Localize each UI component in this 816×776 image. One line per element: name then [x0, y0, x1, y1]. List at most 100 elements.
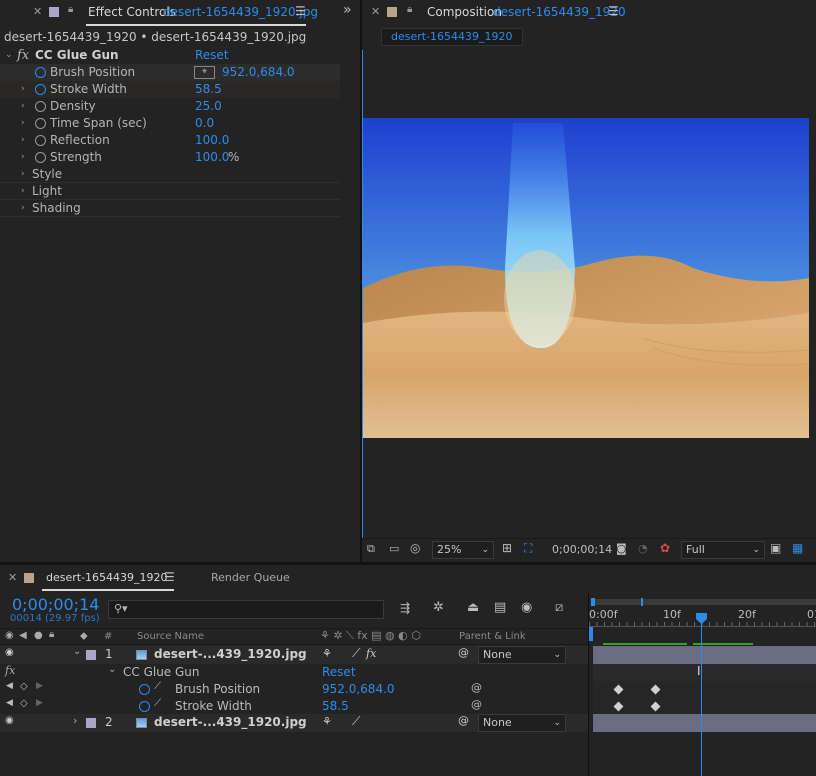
work-area-start[interactable] [589, 627, 593, 641]
pick-whip-icon[interactable]: @ [458, 714, 469, 727]
shy-switch-icon[interactable]: ⚘ [322, 647, 332, 660]
audio-toggle-icon[interactable]: ◀ [19, 630, 27, 641]
panel-menu-icon[interactable]: ☰ [295, 4, 306, 18]
mask-icon[interactable]: ◎ [410, 541, 420, 555]
graph-icon[interactable]: ⟋ [154, 681, 161, 692]
property-value[interactable]: 25.0 [195, 98, 222, 115]
frame-blending-icon[interactable]: ▤ [494, 600, 506, 615]
eye-icon[interactable]: ◉ [5, 647, 14, 658]
navigator-start-handle[interactable] [591, 598, 595, 606]
graph-editor-icon[interactable]: ⧄ [555, 600, 563, 615]
color-channels-icon[interactable]: ✿ [660, 541, 670, 555]
stopwatch-icon[interactable] [35, 152, 46, 163]
label-column-icon[interactable]: ⬥ [80, 629, 88, 643]
zoom-dropdown[interactable]: 25% ⌄ [432, 541, 494, 559]
parent-dropdown[interactable]: None ⌄ [478, 646, 566, 664]
chevron-right-icon[interactable]: › [21, 200, 25, 217]
panel-menu-icon[interactable]: ☰ [608, 4, 619, 18]
timeline-graph-area[interactable]: 0:00f 10f 20f 01 I [588, 593, 816, 776]
chevron-right-icon[interactable]: › [21, 115, 25, 132]
quality-switch-icon[interactable]: ⟋ [352, 714, 360, 729]
property-row-reflection[interactable]: › Reflection 100.0 [0, 132, 340, 149]
pick-whip-icon[interactable]: @ [458, 646, 469, 659]
monitor-icon[interactable]: ▭ [389, 542, 399, 555]
composition-tab-label[interactable]: Composition [427, 5, 502, 19]
layer-name[interactable]: desert-...439_1920.jpg [154, 715, 307, 729]
layer-bar-1[interactable] [593, 643, 816, 664]
add-keyframe-icon[interactable]: ◇ [20, 681, 28, 692]
group-row-style[interactable]: › Style [0, 166, 340, 183]
prev-keyframe-icon[interactable]: ◀ [6, 681, 13, 691]
property-value[interactable]: 100.0 [195, 132, 229, 149]
stopwatch-icon[interactable] [139, 684, 150, 695]
add-keyframe-icon[interactable]: ◇ [20, 698, 28, 709]
property-row-strength[interactable]: › Strength 100.0 % [0, 149, 340, 166]
playhead-line[interactable] [701, 623, 702, 776]
group-row-light[interactable]: › Light [0, 183, 340, 200]
timeline-prop-row-brush-position[interactable]: ◀ ◇ ▶ ⟋ Brush Position 952.0,684.0 @ [0, 681, 588, 698]
fast-previews-icon[interactable]: ▣ [770, 541, 781, 555]
time-navigator[interactable] [591, 598, 816, 606]
panel-menu-icon[interactable]: ☰ [164, 570, 175, 584]
chevron-right-icon[interactable]: › [21, 81, 25, 98]
column-source-name[interactable]: Source Name [137, 631, 204, 642]
property-value[interactable]: 952.0,684.0 [222, 64, 295, 81]
stopwatch-icon[interactable] [35, 67, 46, 78]
close-icon[interactable]: ✕ [33, 5, 42, 18]
property-value[interactable]: 0.0 [195, 115, 214, 132]
composition-tab-comp[interactable]: desert-1654439_1920 [493, 5, 626, 19]
grid-icon[interactable]: ⊞ [502, 541, 512, 555]
close-icon[interactable]: ✕ [8, 571, 17, 584]
chevron-right-icon[interactable]: › [21, 166, 25, 183]
chevron-down-icon[interactable]: ⌄ [5, 47, 13, 64]
timeline-prop-row-stroke-width[interactable]: ◀ ◇ ▶ ⟋ Stroke Width 58.5 @ [0, 698, 588, 715]
next-keyframe-icon[interactable]: ▶ [36, 698, 43, 708]
chevron-right-icon[interactable]: › [21, 98, 25, 115]
stopwatch-icon[interactable] [35, 101, 46, 112]
stopwatch-icon[interactable] [35, 84, 46, 95]
group-row-shading[interactable]: › Shading [0, 200, 340, 217]
fx-switch-icon[interactable]: fx [366, 647, 376, 660]
resolution-dropdown[interactable]: Full ⌄ [681, 541, 765, 559]
snapshot-icon[interactable]: ◔ [638, 542, 648, 555]
lock-icon[interactable]: 🔒︎ [68, 4, 73, 15]
chevron-right-icon[interactable]: › [21, 183, 25, 200]
camera-icon[interactable]: ◙ [616, 542, 627, 555]
column-parent-link[interactable]: Parent & Link [459, 631, 526, 642]
chevron-right-icon[interactable]: › [73, 714, 77, 727]
next-keyframe-icon[interactable]: ▶ [36, 681, 43, 691]
solo-icon[interactable]: ● [34, 630, 43, 641]
draft-3d-icon[interactable]: ✲ [433, 600, 444, 615]
timeline-search-input[interactable]: ⚲▾ [108, 600, 384, 619]
timeline-effect-row[interactable]: fx ⌄ CC Glue Gun Reset [0, 664, 588, 681]
stopwatch-icon[interactable] [35, 135, 46, 146]
property-value[interactable]: 58.5 [322, 699, 349, 713]
property-row-density[interactable]: › Density 25.0 [0, 98, 340, 115]
property-row-stroke-width[interactable]: › Stroke Width 58.5 [0, 81, 340, 98]
shy-icon[interactable]: ⏏ [467, 600, 479, 615]
property-row-brush-position[interactable]: Brush Position ⌖ 952.0,684.0 [0, 64, 340, 81]
reset-link[interactable]: Reset [195, 47, 229, 64]
property-value[interactable]: 58.5 [195, 81, 222, 98]
layer-row-1[interactable]: ◉ ⌄ 1 desert-...439_1920.jpg ⚘ ⟋ fx @ No… [0, 646, 588, 664]
viewer-timecode[interactable]: 0;00;00;14 [552, 543, 612, 556]
graph-icon[interactable]: ⟋ [154, 698, 161, 709]
render-queue-tab[interactable]: Render Queue [211, 571, 290, 584]
always-preview-icon[interactable]: ⧉ [367, 542, 375, 556]
expression-icon[interactable]: @ [471, 681, 482, 694]
stopwatch-icon[interactable] [35, 118, 46, 129]
layer-bar-2[interactable] [593, 714, 816, 732]
expand-panels-icon[interactable]: » [343, 2, 352, 18]
stopwatch-icon[interactable] [139, 701, 150, 712]
expression-icon[interactable]: @ [471, 698, 482, 711]
prev-keyframe-icon[interactable]: ◀ [6, 698, 13, 708]
property-value[interactable]: 952.0,684.0 [322, 682, 395, 696]
effect-row[interactable]: ⌄ fx CC Glue Gun Reset [0, 47, 340, 64]
layer-label-color[interactable] [86, 718, 96, 728]
motion-blur-icon[interactable]: ◉ [521, 600, 532, 615]
transparency-grid-icon[interactable]: ▦ [792, 541, 803, 555]
shy-switch-icon[interactable]: ⚘ [322, 715, 332, 728]
reset-link[interactable]: Reset [322, 665, 356, 679]
eye-icon[interactable]: ◉ [5, 715, 14, 726]
timeline-timecode[interactable]: 0;00;00;14 [12, 595, 99, 614]
